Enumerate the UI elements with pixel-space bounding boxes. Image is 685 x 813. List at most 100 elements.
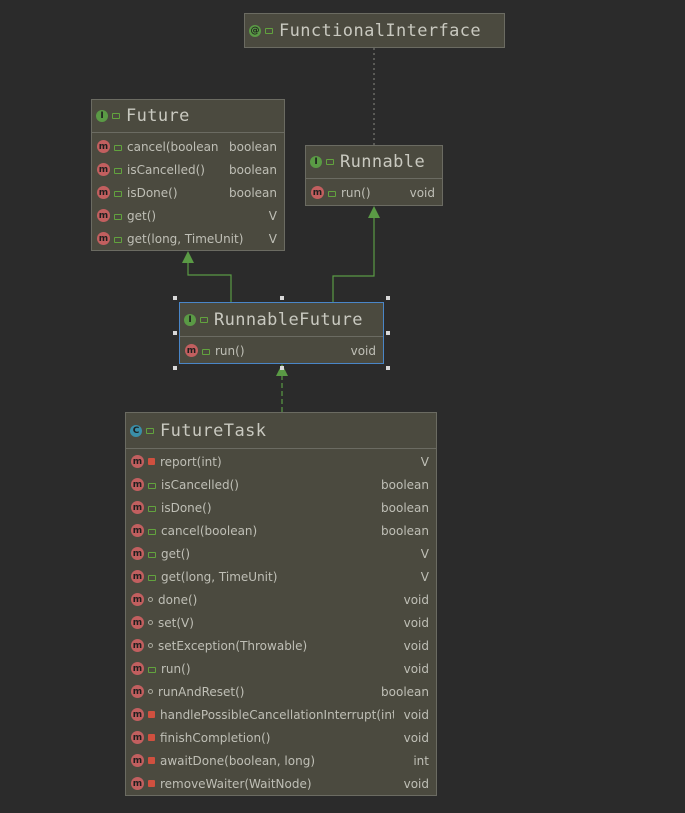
resize-handle[interactable]: [280, 296, 284, 300]
member-row[interactable]: m handlePossibleCancellationInterrupt(int…: [126, 703, 436, 726]
member-type: V: [420, 454, 429, 469]
member-row[interactable]: m get(long, TimeUnit) V: [92, 227, 284, 250]
resize-handle[interactable]: [386, 296, 390, 300]
member-type: boolean: [381, 523, 429, 538]
member-type: void: [403, 592, 429, 607]
node-future-task[interactable]: C FutureTask m report(int) Vm isCancelled()…: [125, 412, 437, 796]
member-type: V: [268, 231, 277, 246]
resize-handle[interactable]: [173, 296, 177, 300]
member-type: V: [420, 546, 429, 561]
package-visibility-icon: [148, 689, 153, 694]
member-type: V: [268, 208, 277, 223]
member-row[interactable]: m cancel(boolean) boolean: [92, 135, 284, 158]
member-type: boolean: [381, 500, 429, 515]
method-icon: m: [131, 593, 144, 606]
member-name: run(): [341, 185, 371, 200]
member-row[interactable]: m isDone() boolean: [92, 181, 284, 204]
resize-handle[interactable]: [386, 366, 390, 370]
member-type: boolean: [381, 684, 429, 699]
extends-edge-runnable: [332, 217, 375, 302]
member-row[interactable]: m run() void: [180, 339, 383, 362]
member-row[interactable]: m run() void: [126, 657, 436, 680]
public-visibility-icon: [200, 316, 208, 323]
member-type: void: [403, 707, 429, 722]
method-icon: m: [131, 777, 144, 790]
public-visibility-icon: [146, 427, 154, 434]
member-row[interactable]: m cancel(boolean) boolean: [126, 519, 436, 542]
member-name: isCancelled(): [161, 477, 239, 492]
annotation-icon: @: [249, 24, 261, 37]
method-icon: m: [131, 524, 144, 537]
member-row[interactable]: m finishCompletion() void: [126, 726, 436, 749]
method-icon: m: [97, 186, 110, 199]
method-icon: m: [97, 209, 110, 222]
member-type: void: [350, 343, 376, 358]
node-future[interactable]: I Future m cancel(boolean) boolean m isCance…: [91, 99, 285, 251]
member-type: void: [403, 776, 429, 791]
member-name: run(): [161, 661, 191, 676]
extends-edge-future: [187, 262, 232, 302]
member-row[interactable]: m done() void: [126, 588, 436, 611]
method-icon: m: [131, 478, 144, 491]
member-type: void: [403, 661, 429, 676]
member-name: report(int): [160, 454, 222, 469]
resize-handle[interactable]: [386, 331, 390, 335]
node-title: Runnable: [340, 152, 426, 172]
node-title: FunctionalInterface: [279, 20, 482, 41]
package-visibility-icon: [148, 643, 153, 648]
node-title: Future: [126, 106, 190, 126]
method-icon: m: [131, 685, 144, 698]
member-row[interactable]: m setException(Throwable) void: [126, 634, 436, 657]
interface-icon: I: [184, 313, 196, 326]
member-row[interactable]: m report(int) V: [126, 450, 436, 473]
member-list: m report(int) Vm isCancelled() boolean m isDon…: [126, 449, 436, 795]
public-visibility-icon: [114, 236, 122, 243]
interface-icon: I: [310, 156, 322, 168]
resize-handle[interactable]: [173, 366, 177, 370]
resize-handle[interactable]: [173, 331, 177, 335]
public-visibility-icon: [328, 190, 336, 197]
member-row[interactable]: m get(long, TimeUnit) V: [126, 565, 436, 588]
method-icon: m: [97, 232, 110, 245]
package-visibility-icon: [148, 597, 153, 602]
member-row[interactable]: m get() V: [92, 204, 284, 227]
member-list: m cancel(boolean) boolean m isCancelled() boo…: [92, 133, 284, 250]
member-row[interactable]: m run() void: [306, 181, 442, 204]
public-visibility-icon: [114, 213, 122, 220]
member-row[interactable]: m removeWaiter(WaitNode) void: [126, 772, 436, 795]
member-name: finishCompletion(): [160, 730, 271, 745]
member-name: cancel(boolean): [127, 139, 220, 154]
member-name: setException(Throwable): [158, 638, 308, 653]
member-type: void: [403, 638, 429, 653]
node-title: RunnableFuture: [214, 309, 363, 330]
member-row[interactable]: m awaitDone(boolean, long) int: [126, 749, 436, 772]
member-name: get(): [161, 546, 191, 561]
method-icon: m: [131, 501, 144, 514]
node-runnable-future[interactable]: I RunnableFuture m run() void: [179, 302, 384, 364]
member-row[interactable]: m set(V) void: [126, 611, 436, 634]
member-name: isCancelled(): [127, 162, 205, 177]
node-runnable[interactable]: I Runnable m run() void: [305, 145, 443, 206]
member-row[interactable]: m runAndReset() boolean: [126, 680, 436, 703]
method-icon: m: [131, 639, 144, 652]
method-icon: m: [311, 186, 324, 199]
member-name: run(): [215, 343, 245, 358]
private-visibility-icon: [148, 780, 155, 787]
node-functional-interface[interactable]: @ FunctionalInterface: [244, 13, 505, 48]
member-type: void: [409, 185, 435, 200]
member-row[interactable]: m isCancelled() boolean: [92, 158, 284, 181]
private-visibility-icon: [148, 458, 155, 465]
public-visibility-icon: [148, 551, 156, 558]
member-row[interactable]: m isCancelled() boolean: [126, 473, 436, 496]
member-list: m run() void: [306, 179, 442, 204]
member-type: void: [403, 615, 429, 630]
method-icon: m: [185, 344, 198, 357]
member-type: V: [420, 569, 429, 584]
resize-handle[interactable]: [280, 366, 284, 370]
member-row[interactable]: m isDone() boolean: [126, 496, 436, 519]
member-name: isDone(): [161, 500, 212, 515]
member-name: get(): [127, 208, 157, 223]
public-visibility-icon: [112, 113, 120, 119]
member-row[interactable]: m get() V: [126, 542, 436, 565]
method-icon: m: [131, 455, 144, 468]
